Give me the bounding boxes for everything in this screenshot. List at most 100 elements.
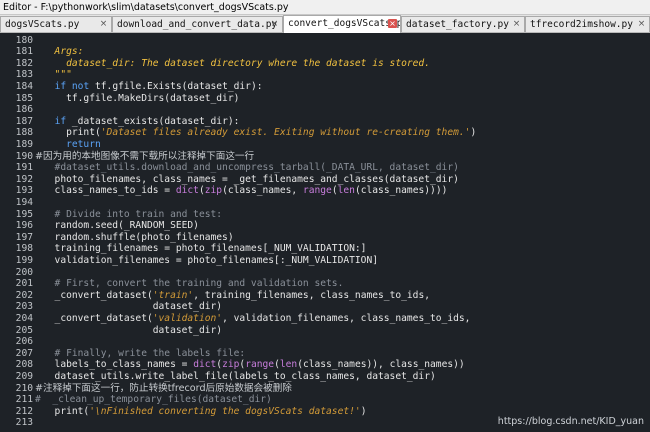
tab-label: dogsVScats.py	[5, 19, 80, 30]
line-number: 207	[15, 347, 33, 359]
line-number: 189	[15, 138, 33, 150]
line-number: 200	[15, 266, 33, 278]
code-line[interactable]: 181 Args:	[0, 46, 650, 58]
code-text: training_filenames = photo_filenames[_NU…	[43, 243, 367, 255]
line-number: 210	[15, 382, 33, 394]
code-line[interactable]: 183 """	[0, 69, 650, 81]
code-line[interactable]: 194	[0, 197, 650, 209]
tab-label: convert_dogsVScats.py	[288, 18, 401, 29]
line-number: 209	[15, 370, 33, 382]
code-line[interactable]: 182 dataset_dir: The dataset directory w…	[0, 58, 650, 70]
tab-download-and-convert-data[interactable]: download_and_convert_data.py ×	[112, 16, 283, 32]
code-line[interactable]: 187 if _dataset_exists(dataset_dir):	[0, 116, 650, 128]
code-line[interactable]: 185 tf.gfile.MakeDirs(dataset_dir)	[0, 93, 650, 105]
line-number: 186	[15, 104, 33, 116]
code-line[interactable]: 204 _convert_dataset('validation', valid…	[0, 313, 650, 325]
line-number: 204	[15, 312, 33, 324]
code-text: print('Dataset files already exist. Exit…	[43, 127, 477, 139]
line-number: 190	[15, 150, 33, 162]
code-line[interactable]: 197 random.shuffle(photo_filenames)	[0, 232, 650, 244]
line-number: 187	[15, 115, 33, 127]
code-text: # Divide into train and test:	[43, 208, 223, 220]
tab-label: tfrecord2imshow.py	[530, 19, 633, 30]
line-number: 196	[15, 220, 33, 232]
line-number: 194	[15, 196, 33, 208]
code-line[interactable]: 193 class_names_to_ids = dict(zip(class_…	[0, 185, 650, 197]
line-number: 202	[15, 289, 33, 301]
code-line[interactable]: 192 photo_filenames, class_names = _get_…	[0, 174, 650, 186]
code-text: _convert_dataset('validation', validatio…	[43, 312, 471, 324]
code-text: dataset_dir)	[43, 301, 223, 313]
code-text: if not tf.gfile.Exists(dataset_dir):	[54, 80, 263, 92]
tab-label: download_and_convert_data.py	[117, 19, 278, 30]
close-icon[interactable]: ×	[512, 20, 521, 29]
line-number: 180	[15, 34, 33, 46]
code-line[interactable]: 191 #dataset_utils.download_and_uncompre…	[0, 162, 650, 174]
line-number: 203	[15, 301, 33, 313]
line-number: 191	[15, 162, 33, 174]
code-text: # Finally, write the labels file:	[43, 347, 246, 359]
close-icon[interactable]: ×	[637, 20, 646, 29]
code-line[interactable]: 190 #因为用的本地图像不需下载所以注释掉下面这一行	[0, 151, 650, 163]
code-editor[interactable]: 180 181 Args: 182 dataset_dir: The dataset…	[0, 33, 650, 432]
code-text: labels_to_class_names = dict(zip(range(l…	[43, 359, 465, 371]
line-number: 181	[15, 46, 33, 58]
line-number: 183	[15, 69, 33, 81]
code-line[interactable]: 184 if not tf.gfile.Exists(dataset_dir):	[0, 81, 650, 93]
code-line[interactable]: 202 _convert_dataset('train', training_f…	[0, 290, 650, 302]
code-line[interactable]: 199 validation_filenames = photo_filenam…	[0, 255, 650, 267]
line-number: 211	[15, 394, 33, 406]
code-line[interactable]: 198 training_filenames = photo_filenames…	[0, 243, 650, 255]
close-icon[interactable]: ×	[388, 19, 397, 28]
code-line[interactable]: 208 labels_to_class_names = dict(zip(ran…	[0, 359, 650, 371]
code-text: photo_filenames, class_names = _get_file…	[43, 173, 459, 185]
line-number: 199	[15, 254, 33, 266]
tab-bar: dogsVScats.py × download_and_convert_dat…	[0, 15, 650, 33]
line-number: 192	[15, 173, 33, 185]
code-text: tf.gfile.MakeDirs(dataset_dir)	[43, 92, 240, 104]
code-line[interactable]: 206	[0, 336, 650, 348]
tab-dogsvscats[interactable]: dogsVScats.py ×	[0, 16, 112, 32]
code-line[interactable]: 195 # Divide into train and test:	[0, 209, 650, 221]
code-line[interactable]: 211 # _clean_up_temporary_files(dataset_d…	[0, 394, 650, 406]
code-line[interactable]: 209 dataset_utils.write_label_file(label…	[0, 371, 650, 383]
code-text: validation_filenames = photo_filenames[:…	[43, 254, 379, 266]
watermark: https://blog.csdn.net/KID_yuan	[497, 416, 644, 427]
code-line[interactable]: 205 dataset_dir)	[0, 325, 650, 337]
line-number: 188	[15, 127, 33, 139]
close-icon[interactable]: ×	[99, 20, 108, 29]
window-title: Editor - F:\pythonwork\slim\datasets\con…	[0, 0, 650, 15]
line-number: 182	[15, 57, 33, 69]
code-text: # _clean_up_temporary_files(dataset_dir)	[35, 394, 272, 406]
code-text: dataset_dir: The dataset directory where…	[43, 57, 430, 69]
code-line[interactable]: 186	[0, 104, 650, 116]
line-number: 193	[15, 185, 33, 197]
code-line[interactable]: 196 random.seed(_RANDOM_SEED)	[0, 220, 650, 232]
tab-convert-dogsvscats[interactable]: convert_dogsVScats.py ×	[283, 15, 401, 33]
code-text: if _dataset_exists(dataset_dir):	[54, 115, 240, 127]
close-icon[interactable]: ×	[270, 20, 279, 29]
code-text: _convert_dataset('train', training_filen…	[43, 289, 431, 301]
code-line[interactable]: 189 return	[0, 139, 650, 151]
code-text: # First, convert the training and valida…	[43, 278, 344, 290]
tab-tfrecord2imshow[interactable]: tfrecord2imshow.py ×	[525, 16, 650, 32]
tab-dataset-factory[interactable]: dataset_factory.py ×	[401, 16, 525, 32]
line-number: 208	[15, 359, 33, 371]
line-number: 195	[15, 208, 33, 220]
code-line[interactable]: 210 #注释掉下面这一行，防止转换tfrecord后原始数据会被删除	[0, 383, 650, 395]
code-line[interactable]: 201 # First, convert the training and va…	[0, 278, 650, 290]
code-line[interactable]: 203 dataset_dir)	[0, 301, 650, 313]
code-line[interactable]: 188 print('Dataset files already exist. …	[0, 127, 650, 139]
line-number: 184	[15, 80, 33, 92]
line-number: 212	[15, 405, 33, 417]
code-text: dataset_utils.write_label_file(labels_to…	[43, 370, 436, 382]
code-text: #注释掉下面这一行，防止转换tfrecord后原始数据会被删除	[35, 382, 292, 394]
code-line[interactable]: 207 # Finally, write the labels file:	[0, 348, 650, 360]
code-text: #因为用的本地图像不需下载所以注释掉下面这一行	[35, 150, 255, 162]
code-text: return	[66, 138, 101, 150]
code-line[interactable]: 180	[0, 35, 650, 47]
line-number: 205	[15, 324, 33, 336]
line-number: 213	[15, 417, 33, 429]
code-text: #dataset_utils.download_and_uncompress_t…	[43, 162, 459, 174]
code-line[interactable]: 200	[0, 267, 650, 279]
